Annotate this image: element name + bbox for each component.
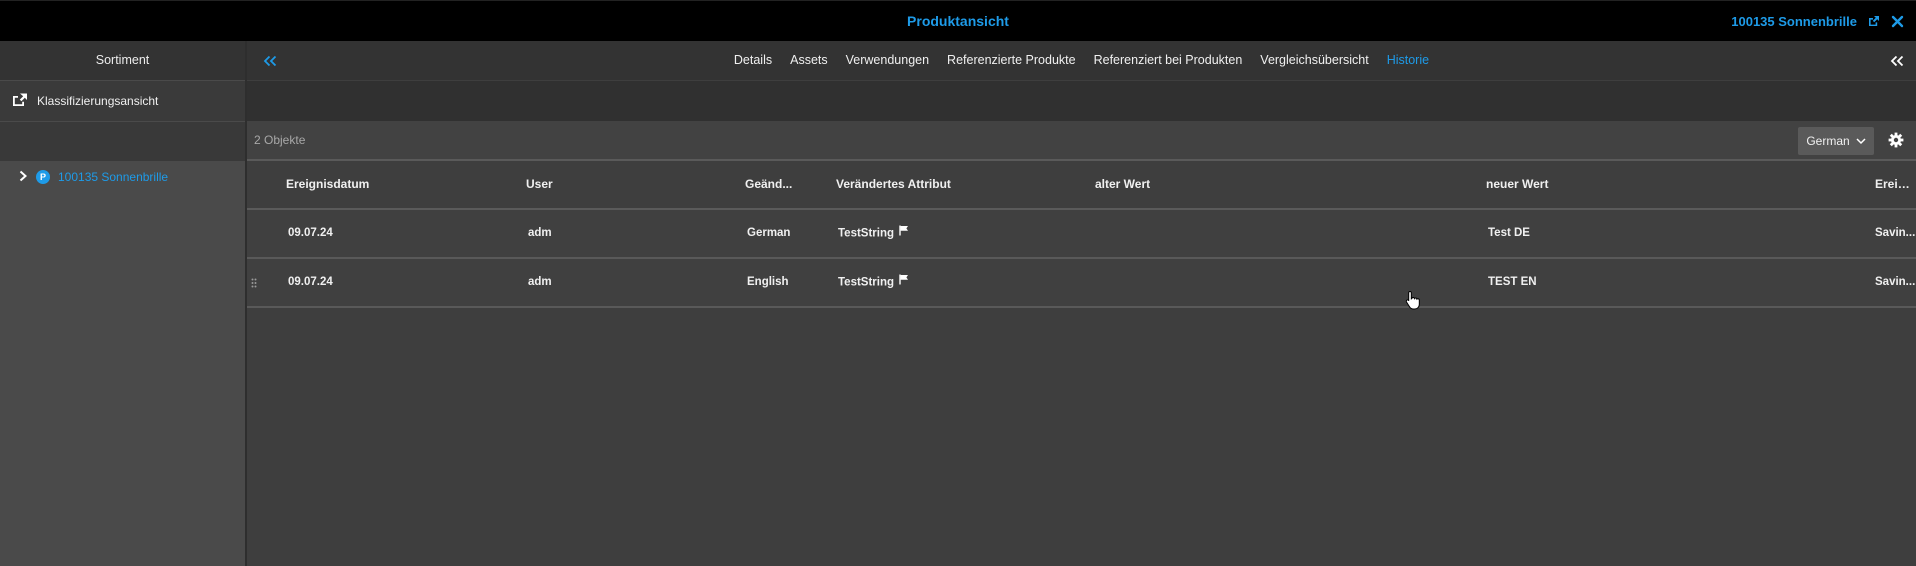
hand-cursor-icon: [1405, 290, 1421, 313]
product-badge-icon: P: [36, 170, 50, 184]
cell-ereignis: Savin...: [1875, 227, 1916, 239]
column-header-veraendertes-attribut[interactable]: Verändertes Attribut: [836, 161, 1036, 208]
cell-attribut: TestString: [838, 210, 1038, 257]
classification-view-label: Klassifizierungsansicht: [37, 94, 159, 108]
top-bar: Produktansicht 100135 Sonnenbrille: [0, 0, 1916, 41]
column-header-ereignis[interactable]: Ereign...: [1875, 161, 1916, 208]
cell-alter-wert: [1095, 259, 1395, 306]
cell-neuer-wert: TEST EN: [1488, 276, 1537, 288]
cell-geaendert: English: [747, 276, 789, 288]
window-title: Produktansicht: [907, 13, 1009, 29]
table-header-row: Ereignisdatum User Geänd... Verändertes …: [247, 161, 1916, 210]
collapse-sidebar-icon[interactable]: [263, 41, 277, 80]
cell-attribut-text: TestString: [838, 276, 895, 289]
product-reference-label[interactable]: 100135 Sonnenbrille: [1731, 14, 1857, 29]
chevron-down-icon: [1856, 134, 1866, 148]
tab-details[interactable]: Details: [725, 41, 781, 80]
tab-vergleichsuebersicht[interactable]: Vergleichsübersicht: [1251, 41, 1377, 80]
classification-view-button[interactable]: Klassifizierungsansicht: [0, 81, 245, 121]
object-count: 2 Objekte: [254, 133, 306, 147]
tree-item-label[interactable]: 100135 Sonnenbrille: [58, 170, 168, 184]
cell-ereignisdatum: 09.07.24: [288, 227, 333, 239]
product-reference: 100135 Sonnenbrille: [1731, 1, 1916, 41]
cell-alter-wert: [1095, 210, 1395, 257]
tree-item-product[interactable]: P 100135 Sonnenbrille: [0, 161, 245, 193]
chevron-right-icon[interactable]: [18, 170, 28, 185]
tab-list: Details Assets Verwendungen Referenziert…: [247, 41, 1916, 80]
column-header-user[interactable]: User: [526, 161, 626, 208]
table-row[interactable]: 09.07.24 adm German TestString Test DE S…: [247, 210, 1916, 259]
cell-user: adm: [528, 276, 552, 288]
collapse-panel-icon[interactable]: [1890, 41, 1904, 80]
tab-bar: Details Assets Verwendungen Referenziert…: [247, 41, 1916, 80]
sidebar: Sortiment Klassifizierungsansicht P 1001…: [0, 41, 247, 566]
tab-historie[interactable]: Historie: [1378, 41, 1438, 80]
column-header-geaendert[interactable]: Geänd...: [745, 161, 805, 208]
column-header-ereignisdatum[interactable]: Ereignisdatum: [286, 161, 466, 208]
column-header-alter-wert[interactable]: alter Wert: [1095, 161, 1395, 208]
sidebar-title: Sortiment: [95, 53, 150, 67]
tab-referenzierte-produkte[interactable]: Referenzierte Produkte: [938, 41, 1085, 80]
tab-verwendungen[interactable]: Verwendungen: [837, 41, 938, 80]
language-select-value: German: [1806, 134, 1850, 148]
cell-attribut: TestString: [838, 259, 1038, 306]
sidebar-spacer: [0, 122, 245, 161]
external-link-icon[interactable]: [1867, 14, 1881, 28]
language-select[interactable]: German: [1798, 127, 1874, 155]
drag-handle-icon[interactable]: [251, 259, 257, 306]
tab-referenziert-bei-produkten[interactable]: Referenziert bei Produkten: [1085, 41, 1252, 80]
close-icon[interactable]: [1891, 15, 1904, 28]
tab-assets[interactable]: Assets: [781, 41, 837, 80]
sidebar-header: Sortiment: [0, 41, 245, 80]
history-table: Ereignisdatum User Geänd... Verändertes …: [247, 161, 1916, 566]
cell-geaendert: German: [747, 227, 791, 239]
cell-user: adm: [528, 227, 552, 239]
table-row[interactable]: 09.07.24 adm English TestString TEST EN …: [247, 259, 1916, 308]
column-header-neuer-wert[interactable]: neuer Wert: [1486, 161, 1686, 208]
grid-toolbar: 2 Objekte German: [247, 121, 1916, 161]
gear-icon[interactable]: [1888, 121, 1904, 159]
cell-attribut-text: TestString: [838, 227, 895, 240]
cell-neuer-wert: Test DE: [1488, 227, 1530, 239]
cell-ereignis: Savin...: [1875, 276, 1916, 288]
content-band: [247, 81, 1916, 121]
cell-ereignisdatum: 09.07.24: [288, 276, 333, 288]
flag-icon: [899, 259, 909, 306]
external-link-icon: [12, 92, 29, 110]
flag-icon: [899, 210, 909, 257]
